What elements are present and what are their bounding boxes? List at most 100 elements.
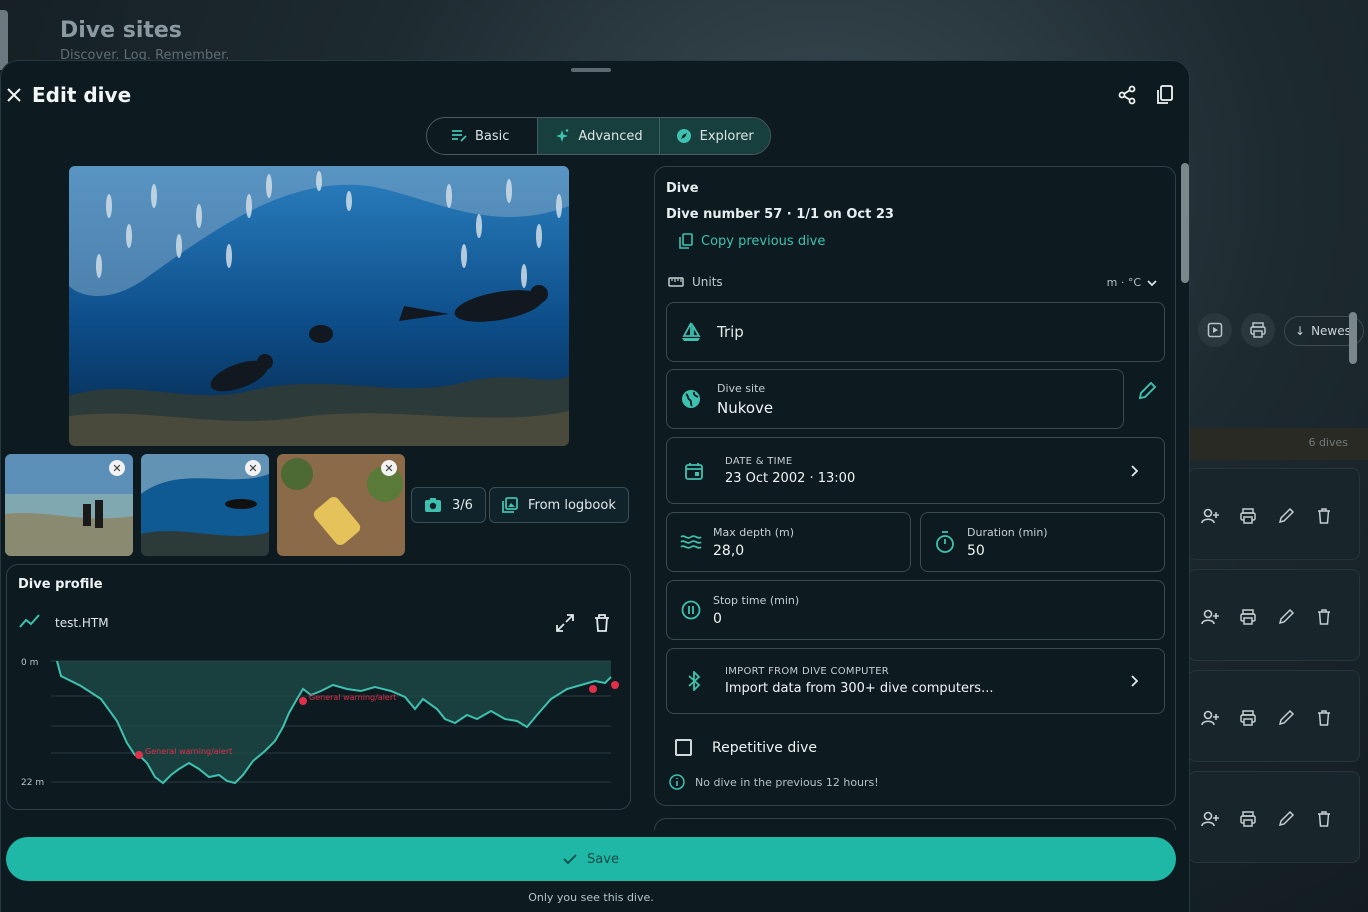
save-label: Save [587, 851, 619, 867]
stop-time-field[interactable]: Stop time (min) 0 [666, 580, 1165, 640]
ruler-icon [668, 277, 684, 287]
share-button[interactable] [1115, 83, 1139, 107]
copy-icon [1157, 85, 1173, 104]
photo-thumbnail[interactable]: ✕ [277, 454, 405, 556]
dive-profile-chart[interactable]: 0 m 22 m General warning/alert General w… [21, 651, 621, 795]
gallery-icon [502, 497, 518, 513]
import-caption: IMPORT FROM DIVE COMPUTER [725, 666, 890, 677]
duration-value: 50 [967, 542, 985, 559]
repetitive-dive-checkbox[interactable] [675, 739, 692, 756]
trash-icon[interactable] [594, 613, 610, 633]
trend-icon [19, 614, 40, 628]
stop-time-label: Stop time (min) [713, 593, 800, 607]
globe-icon [682, 390, 700, 408]
lines-icon [452, 130, 467, 142]
printer-icon[interactable] [1237, 606, 1259, 628]
pencil-icon[interactable] [1275, 707, 1297, 729]
section-title: Dive [666, 181, 699, 196]
sheet-drag-handle[interactable] [571, 68, 611, 72]
privacy-note: Only you see this dive. [528, 891, 654, 904]
remove-photo-button[interactable]: ✕ [109, 460, 125, 476]
save-button[interactable]: Save [6, 837, 1176, 881]
duration-label: Duration (min) [967, 525, 1048, 539]
alert-marker[interactable] [299, 697, 307, 705]
chevron-right-icon [1131, 464, 1138, 477]
add-photo-button[interactable]: 3/6 [411, 487, 486, 523]
photo-thumbnail[interactable]: ✕ [141, 454, 269, 556]
trash-icon[interactable] [1313, 707, 1335, 729]
trash-icon[interactable] [1313, 606, 1335, 628]
background-scrollbar[interactable] [1349, 312, 1357, 364]
chevron-right-icon [1131, 675, 1138, 687]
pencil-icon[interactable] [1275, 808, 1297, 830]
add-buddy-icon[interactable] [1199, 606, 1221, 628]
tab-explorer[interactable]: Explorer [658, 118, 770, 154]
tab-basic[interactable]: Basic [427, 118, 537, 154]
close-button[interactable] [5, 85, 23, 105]
remove-photo-button[interactable]: ✕ [245, 460, 261, 476]
calendar-icon [685, 462, 703, 480]
trash-icon[interactable] [1313, 505, 1335, 527]
background-dive-card[interactable] [1188, 670, 1360, 762]
dive-site-field[interactable]: Dive site Nukove [666, 369, 1124, 429]
add-buddy-icon[interactable] [1199, 808, 1221, 830]
alert-marker[interactable] [589, 685, 597, 693]
next-section-card [654, 818, 1176, 830]
repetitive-dive-label: Repetitive dive [712, 739, 817, 756]
main-photo[interactable] [69, 166, 569, 446]
units-selector[interactable]: m · °C [1107, 276, 1157, 289]
info-icon [669, 774, 685, 790]
pause-circle-icon [681, 600, 701, 620]
check-icon [563, 854, 577, 865]
compass-icon [676, 129, 691, 143]
import-dive-computer-field[interactable]: IMPORT FROM DIVE COMPUTER Import data fr… [666, 648, 1165, 714]
duplicate-button[interactable] [1153, 83, 1177, 107]
printer-icon[interactable] [1237, 707, 1259, 729]
alert-marker[interactable] [135, 751, 143, 759]
trash-icon[interactable] [1313, 808, 1335, 830]
printer-icon[interactable] [1237, 505, 1259, 527]
close-icon [7, 88, 21, 102]
pencil-icon[interactable] [1275, 505, 1297, 527]
photo-thumbnail[interactable]: ✕ [5, 454, 133, 556]
background-dive-card[interactable] [1188, 569, 1360, 661]
print-all-button[interactable] [1241, 313, 1275, 347]
add-buddy-icon[interactable] [1199, 707, 1221, 729]
share-icon [1118, 85, 1136, 105]
trip-field[interactable]: Trip [666, 302, 1165, 362]
background-dive-card[interactable] [1188, 468, 1360, 560]
from-logbook-label: From logbook [528, 497, 616, 513]
copy-previous-dive-link[interactable]: Copy previous dive [679, 233, 825, 249]
sheet-scrollbar[interactable] [1181, 163, 1189, 283]
from-logbook-button[interactable]: From logbook [489, 487, 629, 523]
date-time-value: 23 Oct 2002 · 13:00 [725, 470, 856, 486]
tab-label: Basic [475, 128, 510, 144]
pencil-icon[interactable] [1137, 381, 1157, 401]
printer-icon[interactable] [1237, 808, 1259, 830]
repetitive-dive-row[interactable]: Repetitive dive [675, 739, 817, 756]
info-text: No dive in the previous 12 hours! [695, 775, 879, 789]
pencil-icon[interactable] [1275, 606, 1297, 628]
printer-icon [1250, 322, 1266, 338]
tab-advanced[interactable]: Advanced [537, 118, 659, 154]
duration-field[interactable]: Duration (min) 50 [920, 512, 1165, 572]
add-buddy-icon[interactable] [1199, 505, 1221, 527]
page-title: Edit dive [32, 83, 132, 107]
date-time-field[interactable]: DATE & TIME 23 Oct 2002 · 13:00 [666, 437, 1165, 504]
copy-icon [679, 233, 693, 249]
date-time-caption: DATE & TIME [725, 455, 793, 467]
camera-icon [425, 498, 441, 512]
alert-marker[interactable] [611, 681, 619, 689]
copy-previous-label: Copy previous dive [701, 233, 826, 249]
tab-label: Advanced [578, 128, 643, 144]
dive-details-card: Dive Dive number 57 · 1/1 on Oct 23 Copy… [654, 166, 1176, 806]
background-dive-card[interactable] [1188, 771, 1360, 863]
slideshow-button[interactable] [1198, 313, 1232, 347]
underwater-photo [69, 166, 569, 446]
remove-photo-button[interactable]: ✕ [381, 460, 397, 476]
expand-icon[interactable] [555, 613, 575, 633]
sparkle-icon [556, 129, 569, 142]
max-depth-field[interactable]: Max depth (m) 28,0 [666, 512, 911, 572]
stopwatch-icon [936, 531, 954, 553]
background-page-title: Dive sites [60, 18, 182, 43]
